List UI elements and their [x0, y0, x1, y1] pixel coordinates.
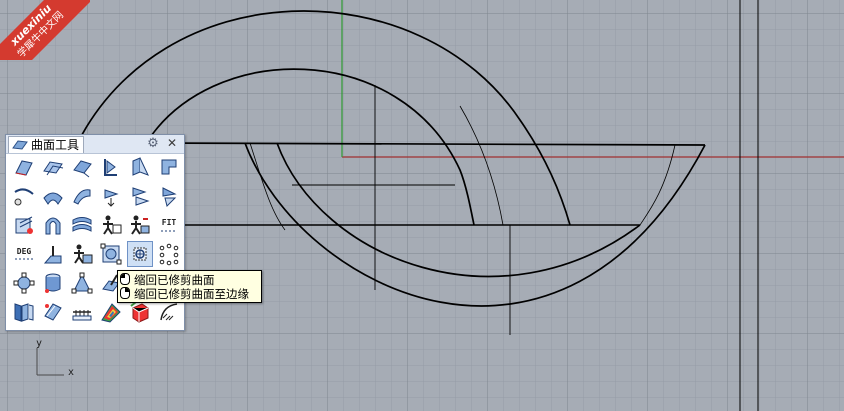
untrim-button[interactable]: [99, 242, 123, 266]
surface-tab-icon: [12, 140, 28, 150]
match-surface-icon: [73, 189, 91, 205]
zebra-analysis-button[interactable]: [99, 300, 123, 324]
tooltip-row-right-click: 缩回已修剪曲面至边缘: [120, 287, 249, 301]
box-edit-icon: [130, 301, 149, 323]
smash-surface-button[interactable]: [41, 300, 65, 324]
smash-surface-icon: [44, 303, 62, 321]
merge-surface-button[interactable]: [99, 184, 123, 208]
cylinder-surface-icon: [45, 273, 61, 293]
tween-surface-icon: [15, 216, 33, 234]
blend-edge-button[interactable]: [41, 184, 65, 208]
right-mouse-icon: [120, 287, 130, 299]
variable-chamfer-icon: [132, 187, 150, 206]
toolbar-titlebar[interactable]: 曲面工具 ⚙ ✕: [6, 135, 184, 154]
connect-surface-button[interactable]: [12, 184, 36, 208]
blend-edge-icon: [43, 192, 63, 205]
merge-surface-icon: [104, 189, 119, 207]
extend-surface-icon: [73, 160, 92, 178]
unroll-surface-button[interactable]: [12, 300, 36, 324]
symmetry-icon: [71, 272, 93, 294]
fit-surface-button[interactable]: FIT: [157, 213, 181, 237]
arch-surface-button[interactable]: [41, 213, 65, 237]
rebuild-surface-icon: [103, 215, 122, 235]
tooltip-line-1: 缩回已修剪曲面: [134, 273, 215, 287]
point-grid-button[interactable]: [157, 242, 181, 266]
tween-surface-button[interactable]: [12, 213, 36, 237]
variable-fillet-button[interactable]: [157, 155, 181, 179]
flow-surface-button[interactable]: [70, 213, 94, 237]
fillet-surface-button[interactable]: [99, 155, 123, 179]
symmetry-button[interactable]: [70, 271, 94, 295]
variable-fillet-icon: [161, 159, 177, 175]
toolbar-tab[interactable]: 曲面工具: [8, 136, 85, 153]
toolbar-title: 曲面工具: [31, 138, 80, 152]
close-icon[interactable]: ✕: [165, 136, 179, 150]
variable-blend-icon: [162, 187, 177, 207]
shrink-to-edge-icon: [133, 247, 147, 261]
make-periodic-icon: [13, 272, 35, 294]
variable-chamfer-button[interactable]: [128, 184, 152, 208]
connect-surface-icon: [14, 188, 34, 206]
unroll-surface-icon: [14, 303, 34, 322]
gear-icon[interactable]: ⚙: [146, 137, 160, 151]
shrink-trimmed-icon: [74, 244, 93, 264]
axis-x-label: x: [68, 367, 75, 378]
extend-surface-button[interactable]: [70, 155, 94, 179]
toolbar-button-label: FIT: [161, 218, 177, 227]
surface-curvature-button[interactable]: [157, 300, 181, 324]
cylinder-surface-button[interactable]: [41, 271, 65, 295]
change-degree-button[interactable]: DEG: [12, 242, 36, 266]
offset-surface-icon: [43, 161, 64, 176]
handle-surface-button[interactable]: [70, 300, 94, 324]
blend-surface-button[interactable]: [12, 155, 36, 179]
fillet-surface-icon: [104, 159, 117, 176]
untrim-icon: [100, 243, 122, 265]
tooltip: 缩回已修剪曲面 缩回已修剪曲面至边缘: [117, 270, 262, 303]
tooltip-row-left-click: 缩回已修剪曲面: [120, 273, 215, 287]
offset-surface-button[interactable]: [41, 155, 65, 179]
adjust-seam-button[interactable]: [41, 242, 65, 266]
axis-y-label: y: [36, 338, 43, 349]
box-edit-button[interactable]: [128, 300, 152, 324]
make-periodic-button[interactable]: [12, 271, 36, 295]
toolbar-button-label: DEG: [16, 247, 32, 256]
handle-surface-icon: [72, 310, 92, 321]
rebuild-surface-button[interactable]: [99, 213, 123, 237]
chamfer-surface-icon: [132, 157, 149, 176]
chamfer-surface-button[interactable]: [128, 155, 152, 179]
refit-surface-icon: [131, 215, 150, 235]
shrink-to-edge-button[interactable]: [127, 241, 153, 267]
match-surface-button[interactable]: [70, 184, 94, 208]
point-grid-icon: [159, 243, 179, 266]
refit-surface-button[interactable]: [128, 213, 152, 237]
shrink-trimmed-button[interactable]: [70, 242, 94, 266]
arch-surface-icon: [45, 217, 61, 235]
blend-surface-icon: [15, 160, 33, 176]
tooltip-line-2: 缩回已修剪曲面至边缘: [134, 287, 249, 301]
left-mouse-icon: [120, 273, 130, 285]
flow-surface-icon: [72, 217, 92, 232]
adjust-seam-icon: [43, 246, 62, 264]
surface-curvature-icon: [160, 303, 178, 321]
variable-blend-button[interactable]: [157, 184, 181, 208]
zebra-analysis-icon: [101, 303, 121, 323]
